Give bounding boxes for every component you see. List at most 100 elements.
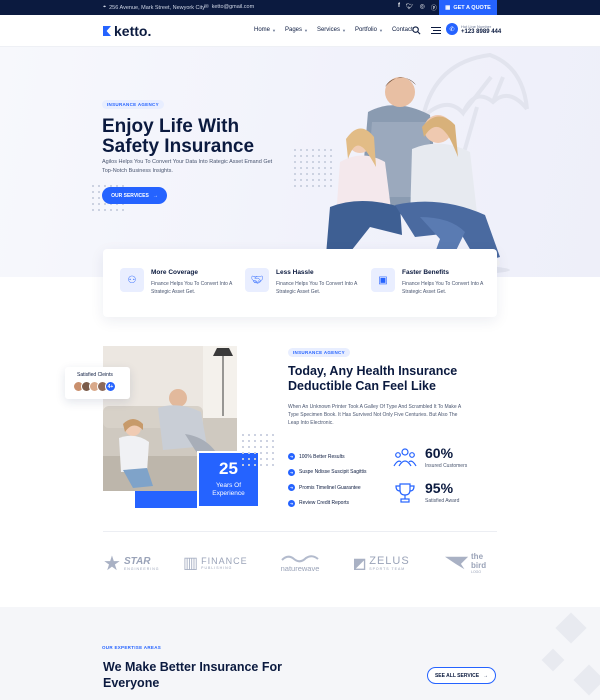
coverage-icon: ⚇ <box>120 268 144 292</box>
satisfied-clients-card: Satisfied Cleints 4+ <box>65 367 130 399</box>
button-label: OUR SERVICES <box>111 192 149 199</box>
stat-satisfied-award: 95% Satisfied Award <box>393 481 459 505</box>
hero-section: INSURANCE AGENCY Enjoy Life With Safety … <box>0 47 600 277</box>
chevron-down-icon: ▼ <box>272 27 276 33</box>
list-item: ➜ Review Credit Reports <box>288 496 367 512</box>
nav-label: Contact <box>391 27 413 33</box>
avatar-more-count: 4+ <box>105 381 116 392</box>
building-icon: ▥ <box>183 555 199 572</box>
quote-button-label: GET A QUOTE <box>453 4 491 11</box>
check-label: 100% Better Results <box>299 453 345 460</box>
arrow-circle-icon: ➜ <box>288 499 295 507</box>
nav-label: Services <box>316 27 340 33</box>
brand-zelus-logo: ◩ ZELUS SPORTS TEAM <box>353 548 410 578</box>
nav-contact[interactable]: Contact <box>392 27 413 33</box>
brand-name: naturewave <box>280 563 320 573</box>
pinterest-icon[interactable]: ⓟ <box>431 3 437 12</box>
logo-mark-icon <box>103 26 111 36</box>
instagram-icon[interactable]: ◎ <box>420 3 425 12</box>
decorative-shape <box>541 648 565 672</box>
main-nav: Home ▼ Pages ▼ Services ▼ Portfolio ▼ Contac… <box>254 27 413 33</box>
nav-portfolio[interactable]: Portfolio ▼ <box>355 27 383 33</box>
stat-insured-customers: 60% Insured Customers <box>393 446 467 470</box>
arrow-circle-icon: ➜ <box>288 468 295 476</box>
stat-value: 95% <box>425 480 454 496</box>
location-icon: ⌖ <box>103 4 107 10</box>
dot-pattern <box>240 432 276 466</box>
check-label: Suspe Ndisse Suscipit Sagittis <box>299 469 367 476</box>
our-services-button[interactable]: OUR SERVICES → <box>102 187 167 204</box>
nav-services[interactable]: Services ▼ <box>317 27 346 33</box>
brand-name: STAR <box>123 555 151 567</box>
social-links: f 🐦︎ ◎ ⓟ <box>398 3 437 12</box>
arrow-right-icon: → <box>483 672 489 679</box>
decorative-shape <box>555 612 587 644</box>
search-icon[interactable] <box>412 26 421 35</box>
brand-naturewave-logo: naturewave <box>280 548 320 578</box>
feature-description: Finance Helps You To Convert Into A Stra… <box>151 281 233 295</box>
brand-name: the bird <box>471 552 487 570</box>
decorative-shape <box>573 664 600 696</box>
address-text: 256 Avenue, Mark Street, Newyork City <box>109 4 205 11</box>
calendar-icon: ▦ <box>445 4 451 11</box>
checklist: ➜ 100% Better Results ➜ Suspe Ndisse Susci… <box>288 449 367 511</box>
brand-sub: PUBLISHING <box>201 566 233 570</box>
features-card: ⚇ More Coverage Finance Helps You To Con… <box>103 249 497 317</box>
stat-label: Satisfied Award <box>425 498 460 504</box>
about-badge: INSURANCE AGENCY <box>288 348 350 357</box>
brand-bird-logo: the bird LOGO <box>445 548 497 578</box>
facebook-icon[interactable]: f <box>398 3 400 12</box>
wave-icon <box>281 554 319 562</box>
trophy-icon <box>395 483 415 503</box>
check-label: Review Credit Reports <box>299 500 350 507</box>
phone-icon: ✆ <box>446 23 458 35</box>
feature-description: Finance Helps You To Convert Into A Stra… <box>276 281 358 295</box>
brand-name: ZELUS <box>369 555 410 567</box>
feature-more-coverage: ⚇ More Coverage Finance Helps You To Con… <box>120 268 236 296</box>
hotline[interactable]: ✆ Hot Line Number +123 8989 444 <box>446 23 501 35</box>
get-a-quote-button[interactable]: ▦ GET A QUOTE <box>439 0 497 15</box>
brand-logos: ★ STAR ENGINEERING ▥ FINANCE PUBLISHING … <box>103 548 497 578</box>
mail-icon: ✉ <box>204 4 209 10</box>
section-divider <box>103 531 497 532</box>
button-label: SEE ALL SERVICE <box>434 672 480 679</box>
stat-value: 60% <box>425 445 454 461</box>
arrow-right-icon: → <box>152 192 158 199</box>
services-title: We Make Better Insurance For Everyone <box>103 660 282 690</box>
header-icons <box>412 26 441 35</box>
menu-icon[interactable] <box>431 26 441 35</box>
nav-home[interactable]: Home ▼ <box>254 27 276 33</box>
hero-badge: INSURANCE AGENCY <box>102 100 164 109</box>
nav-label: Portfolio <box>354 27 377 33</box>
arrow-circle-icon: ➜ <box>288 484 295 492</box>
nav-pages[interactable]: Pages ▼ <box>285 27 308 33</box>
list-item: ➜ Promis Timelinel Guarantee <box>288 480 367 496</box>
about-title: Today, Any Health Insurance Deductible C… <box>288 364 458 393</box>
star-icon: ★ <box>103 552 121 575</box>
nav-label: Pages <box>284 27 302 33</box>
email-info[interactable]: ✉ ketto@gmail.com <box>204 4 254 10</box>
services-section: OUR EXPERTISE AREAS We Make Better Insur… <box>0 607 600 700</box>
email-text[interactable]: ketto@gmail.com <box>212 4 255 10</box>
feature-title: More Coverage <box>151 269 198 276</box>
stat-label: Insured Customers <box>425 463 468 469</box>
chevron-down-icon: ▼ <box>378 27 383 33</box>
feature-title: Less Hassle <box>276 269 314 276</box>
list-item: ➜ Suspe Ndisse Suscipit Sagittis <box>288 465 367 481</box>
see-all-service-button[interactable]: SEE ALL SERVICE → <box>427 667 496 684</box>
customers-icon <box>393 448 417 467</box>
family-photo <box>320 77 510 276</box>
header: ketto. Home ▼ Pages ▼ Services ▼ Portfolio ▼… <box>0 15 600 47</box>
logo[interactable]: ketto. <box>103 23 151 39</box>
feature-description: Finance Helps You To Convert Into A Stra… <box>402 281 484 295</box>
twitter-icon[interactable]: 🐦︎ <box>406 3 414 12</box>
about-description: When An Unknown Printer Took A Galley Of… <box>288 404 461 426</box>
feature-faster-benefits: ▣ Faster Benefits Finance Helps You To C… <box>371 268 487 296</box>
brand-sub: LOGO <box>471 570 482 574</box>
address-info: ⌖ 256 Avenue, Mark Street, Newyork City <box>103 4 205 11</box>
brand-sub: SPORTS TEAM <box>369 567 406 571</box>
feature-title: Faster Benefits <box>402 269 449 276</box>
top-bar: ⌖ 256 Avenue, Mark Street, Newyork City … <box>0 0 600 15</box>
hero-title: Enjoy Life With Safety Insurance <box>102 116 255 157</box>
z-mark-icon: ◩ <box>353 554 367 571</box>
